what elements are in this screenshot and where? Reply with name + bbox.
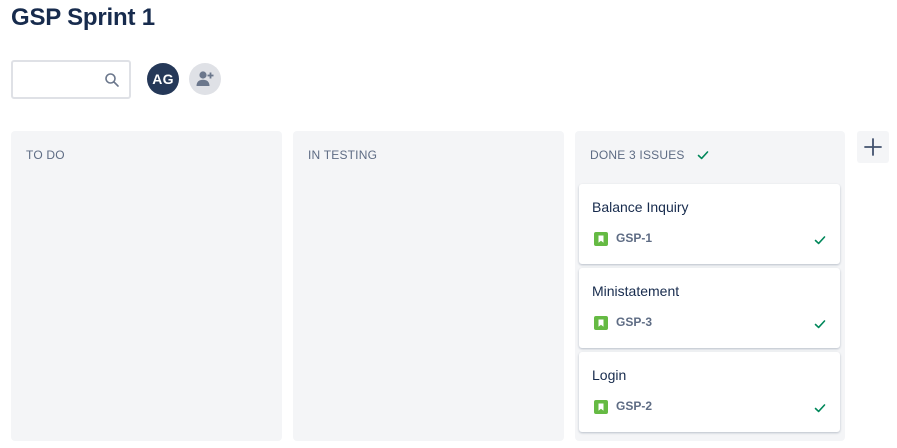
story-icon xyxy=(594,316,608,330)
card-title: Login xyxy=(592,367,627,383)
check-icon xyxy=(814,404,826,413)
column-in-testing: IN TESTING xyxy=(293,131,564,441)
search-input[interactable] xyxy=(19,69,99,89)
add-column-button[interactable] xyxy=(857,131,889,163)
add-people-button[interactable] xyxy=(189,63,221,95)
card-title: Balance Inquiry xyxy=(592,199,689,215)
board-title: GSP Sprint 1 xyxy=(11,4,155,31)
card-title: Ministatement xyxy=(592,283,680,299)
issue-card[interactable]: Ministatement GSP-3 xyxy=(579,268,840,348)
issue-key[interactable]: GSP-2 xyxy=(616,399,652,413)
check-icon xyxy=(814,320,826,329)
column-done: DONE 3 ISSUES Balance Inquiry GSP-1 Mini… xyxy=(575,131,845,441)
issue-card[interactable]: Balance Inquiry GSP-1 xyxy=(579,184,840,264)
column-header-done: DONE 3 ISSUES xyxy=(590,148,710,162)
avatar[interactable]: AG xyxy=(147,63,179,95)
story-icon xyxy=(594,400,608,414)
issue-key[interactable]: GSP-3 xyxy=(616,315,652,329)
column-header-done-label: DONE 3 ISSUES xyxy=(590,148,685,162)
check-icon xyxy=(697,151,708,160)
issue-key[interactable]: GSP-1 xyxy=(616,231,652,245)
column-header-todo: TO DO xyxy=(26,148,65,162)
issue-card[interactable]: Login GSP-2 xyxy=(579,352,840,432)
story-icon xyxy=(594,232,608,246)
add-person-icon xyxy=(196,71,214,86)
plus-icon xyxy=(864,138,882,156)
search-icon xyxy=(105,73,119,87)
check-icon xyxy=(814,236,826,245)
column-todo: TO DO xyxy=(11,131,282,441)
search-field[interactable] xyxy=(11,60,131,99)
column-header-in-testing: IN TESTING xyxy=(308,148,378,162)
